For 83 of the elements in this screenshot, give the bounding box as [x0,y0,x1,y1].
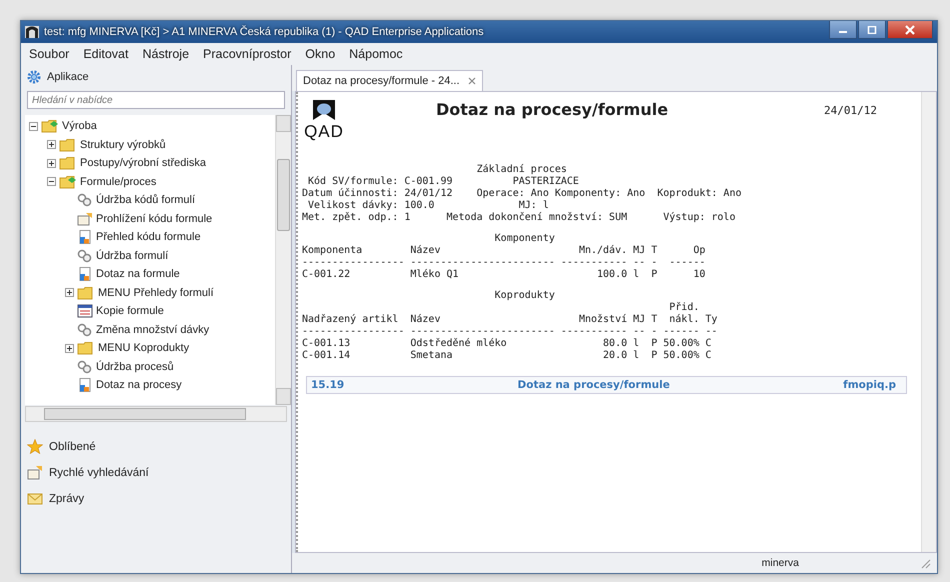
browse-icon [27,465,43,480]
horizontal-scrollbar[interactable] [25,406,287,422]
folder-icon [59,138,77,152]
report-title: Dotaz na procesy/formule [436,100,668,119]
menu-item[interactable]: Nápomoc [349,47,403,61]
tree-item[interactable]: Prohlížení kódu formule [96,212,212,225]
document-icon [77,378,93,392]
star-icon [27,439,43,454]
report-line: Základní proces [476,164,567,176]
user-name: minerva [762,557,799,569]
report-line: Komponenta Název Mn./dáv. MJ T Op [302,245,706,257]
tree-item[interactable]: MENU Koprodukty [98,342,190,354]
report-line: ----------------- ------------------------ ----------- -- - ------ [302,257,706,269]
vertical-scrollbar[interactable] [275,115,291,405]
menu-item[interactable]: Editovat [83,47,128,61]
tree-item[interactable]: Výroba [62,120,97,132]
tree-item[interactable]: Postupy/výrobní střediska [80,157,206,170]
logo-icon [311,98,337,122]
report-line: Kód SV/formule: C-001.99 PASTERIZACE [307,176,579,188]
report-line: Komponenty [494,233,555,245]
program-number: 15.19 [311,379,344,391]
minimize-button[interactable] [829,21,857,39]
menu-item[interactable]: Okno [305,47,336,61]
menu-item[interactable]: Pracovníprostor [203,47,292,61]
expander-icon[interactable] [65,288,74,298]
tree-item[interactable]: MENU Přehledy formulí [98,286,214,299]
menu-item[interactable]: Soubor [29,47,70,61]
expander-icon[interactable] [47,177,56,186]
report-line: Met. zpět. odp.: 1 Metoda dokončení množství: SUM Výstup: rolo [302,212,736,224]
gear-icon [27,70,41,84]
tree-item[interactable]: Dotaz na formule [96,268,180,280]
close-icon [904,24,916,34]
report-line: Koprodukty [494,290,555,302]
program-file: fmopiq.p [843,379,896,391]
close-button[interactable] [887,21,933,39]
expander-icon[interactable] [29,122,38,131]
app-icon [25,26,39,38]
report-line: Datum účinnosti: 24/01/12 Operace: Ano Komponenty: Ano Koprodukt: Ano [302,188,742,200]
tree-item[interactable]: Údržba kódů formulí [96,194,196,206]
window-title: test: mfg MINERVA [Kč] > A1 MINERVA Česká republika (1) - QAD Enterprise Applications [44,26,485,38]
report-line: C-001.14 Smetana 20.0 l P 50.00% C [302,350,712,362]
section-link[interactable]: Rychlé vyhledávání [49,466,149,478]
folder-icon [77,341,95,356]
tree-item[interactable]: Kopie formule [96,305,164,318]
tree-item[interactable]: Změna množství dávky [96,324,210,336]
tree-item[interactable]: Formule/proces [80,176,156,188]
vertical-scrollbar[interactable] [921,92,936,552]
document-icon [77,267,93,282]
envelope-icon [27,491,43,506]
search-field[interactable]: Hledání v nabídce [27,91,285,109]
section-link[interactable]: Oblíbené [49,440,96,452]
tree-item[interactable]: Dotaz na procesy [96,379,182,392]
report-line: C-001.22 Mléko Q1 100.0 l P 10 [302,269,706,281]
report-line: Nadřazený artikl Název Množství MJ T nákl. Ty [302,314,718,326]
window-icon [77,304,93,318]
menu-item[interactable]: Nástroje [142,47,190,61]
folder-icon [77,286,95,300]
maximize-icon [867,26,877,34]
program-title: Dotaz na procesy/formule [518,379,670,391]
report-date: 24/01/12 [824,104,877,117]
folder-icon [59,156,77,170]
folder-icon [59,174,77,189]
close-icon[interactable] [468,77,476,85]
tree-item[interactable]: Údržba procesů [96,360,174,373]
folder-icon [41,119,59,134]
resize-grip-icon[interactable] [919,557,931,569]
document-tab[interactable]: Dotaz na procesy/formule - 24... [296,70,483,91]
tree-item[interactable]: Údržba formulí [96,250,168,262]
maximize-button[interactable] [858,21,886,39]
panel-title: Aplikace [47,71,89,83]
document-icon [77,230,93,244]
tree-item[interactable]: Přehled kódu formule [96,231,201,244]
section-link[interactable]: Zprávy [49,492,84,504]
report-line: ----------------- ------------------------ ----------- -- - ------ -- [302,326,718,338]
report-line: Velikost dávky: 100.0 MJ: l [307,200,549,212]
report-line: Přid. [668,302,700,314]
tree-item[interactable]: Struktury výrobků [80,138,166,151]
expander-icon[interactable] [47,158,56,168]
logo-text: QAD [304,122,344,142]
browse-icon [77,212,93,226]
expander-icon[interactable] [65,344,74,353]
report-line: C-001.13 Odstředěné mléko 80.0 l P 50.00% C [302,338,712,350]
expander-icon[interactable] [47,140,56,150]
